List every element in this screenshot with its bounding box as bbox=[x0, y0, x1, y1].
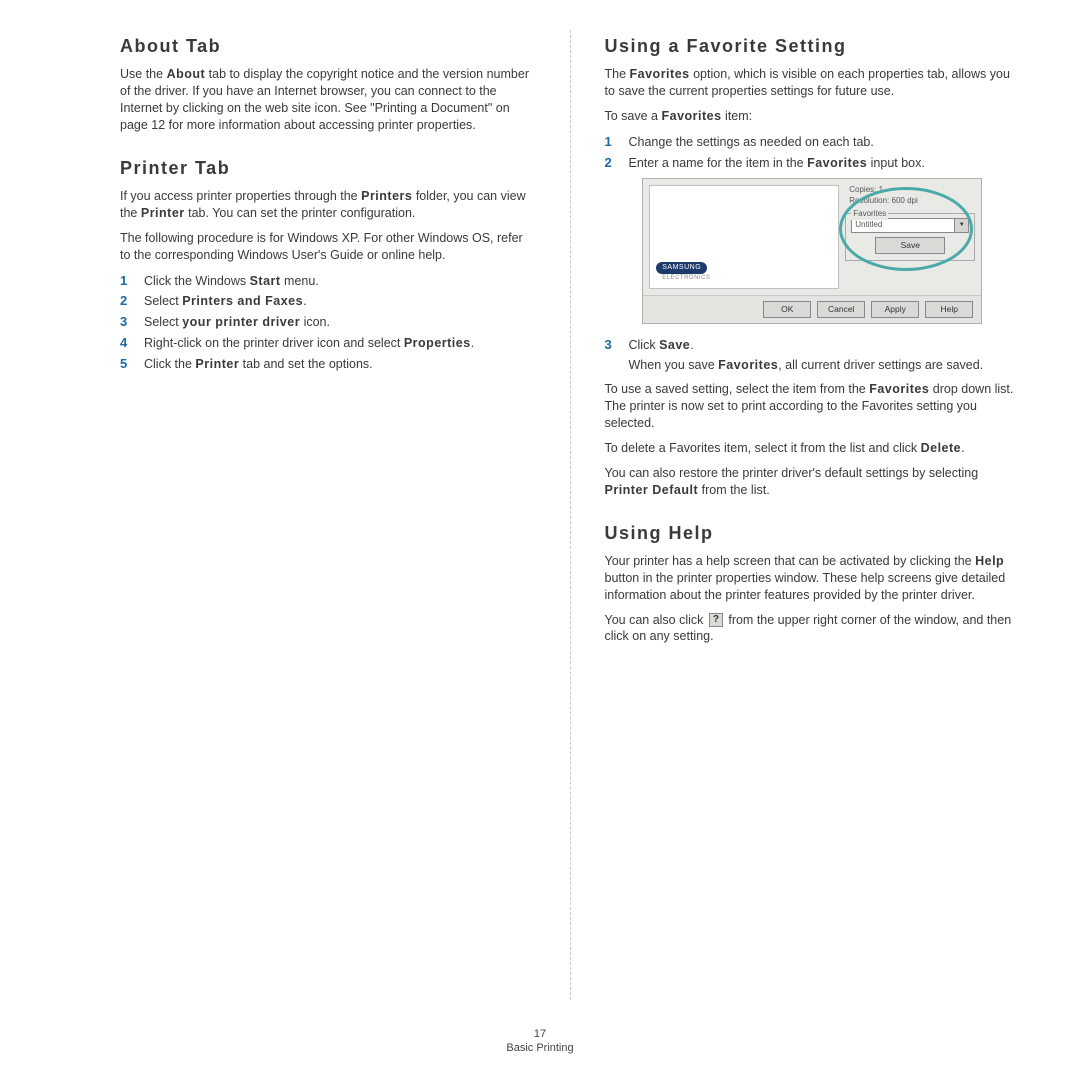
column-divider bbox=[570, 30, 571, 1000]
samsung-logo: SAMSUNG ELECTRONICS bbox=[656, 262, 710, 282]
fav-p1: The Favorites option, which is visible o… bbox=[605, 66, 1021, 100]
help-heading: Using Help bbox=[605, 521, 1021, 545]
fav-steps-bottom: 3 Click Save. bbox=[605, 336, 1021, 354]
save-button[interactable]: Save bbox=[875, 237, 945, 254]
printer-steps: 1 Click the Windows Start menu. 2 Select P… bbox=[120, 272, 536, 373]
section-name: Basic Printing bbox=[0, 1042, 1080, 1054]
cancel-button[interactable]: Cancel bbox=[817, 301, 865, 318]
ok-button[interactable]: OK bbox=[763, 301, 811, 318]
favorite-heading: Using a Favorite Setting bbox=[605, 34, 1021, 58]
fav-p5: You can also restore the printer driver'… bbox=[605, 465, 1021, 499]
help-button[interactable]: Help bbox=[925, 301, 973, 318]
printer-heading: Printer Tab bbox=[120, 156, 536, 180]
about-paragraph: Use the About tab to display the copyrig… bbox=[120, 66, 536, 134]
favorites-combo[interactable]: Untitled ▼ bbox=[851, 218, 969, 233]
page-footer: 17 Basic Printing bbox=[0, 1028, 1080, 1054]
step-number: 4 bbox=[120, 334, 132, 352]
resolution-info: Resolution: 600 dpi bbox=[845, 196, 975, 207]
help-p1: Your printer has a help screen that can … bbox=[605, 553, 1021, 604]
fav-p3: To use a saved setting, select the item … bbox=[605, 381, 1021, 432]
step-number: 3 bbox=[120, 313, 132, 331]
favorites-input[interactable]: Untitled bbox=[851, 218, 955, 233]
fav-steps-top: 1 Change the settings as needed on each t… bbox=[605, 133, 1021, 172]
favorites-legend: Favorites bbox=[851, 209, 888, 220]
fav-step3-sub: When you save Favorites, all current dri… bbox=[629, 357, 1021, 374]
apply-button[interactable]: Apply bbox=[871, 301, 919, 318]
details-pane: Copies: 1 Resolution: 600 dpi Favorites … bbox=[845, 185, 975, 289]
about-heading: About Tab bbox=[120, 34, 536, 58]
step-number: 3 bbox=[605, 336, 617, 354]
step-number: 1 bbox=[605, 133, 617, 151]
step-text: Click the Printer tab and set the option… bbox=[144, 356, 536, 373]
chevron-down-icon[interactable]: ▼ bbox=[955, 218, 969, 233]
step-number: 1 bbox=[120, 272, 132, 290]
step-text: Change the settings as needed on each ta… bbox=[629, 134, 1021, 151]
step-number: 2 bbox=[120, 292, 132, 310]
fav-p4: To delete a Favorites item, select it fr… bbox=[605, 440, 1021, 457]
help-p2: You can also click ? from the upper righ… bbox=[605, 612, 1021, 646]
page-content: About Tab Use the About tab to display t… bbox=[0, 0, 1080, 1000]
preview-pane: SAMSUNG ELECTRONICS bbox=[649, 185, 839, 289]
step-number: 5 bbox=[120, 355, 132, 373]
dialog-button-row: OK Cancel Apply Help bbox=[643, 295, 981, 323]
printer-p1: If you access printer properties through… bbox=[120, 188, 536, 222]
step-text: Enter a name for the item in the Favorit… bbox=[629, 155, 1021, 172]
fav-p2: To save a Favorites item: bbox=[605, 108, 1021, 125]
right-column: Using a Favorite Setting The Favorites o… bbox=[605, 30, 1021, 1000]
favorites-group: Favorites Untitled ▼ Save bbox=[845, 213, 975, 261]
question-icon[interactable]: ? bbox=[709, 613, 723, 627]
step-text: Click the Windows Start menu. bbox=[144, 273, 536, 290]
step-text: Select Printers and Faxes. bbox=[144, 293, 536, 310]
step-text: Click Save. bbox=[629, 337, 1021, 354]
properties-screenshot: SAMSUNG ELECTRONICS Copies: 1 Resolution… bbox=[642, 178, 982, 324]
copies-info: Copies: 1 bbox=[845, 185, 975, 196]
page-number: 17 bbox=[0, 1028, 1080, 1040]
step-text: Select your printer driver icon. bbox=[144, 314, 536, 331]
left-column: About Tab Use the About tab to display t… bbox=[120, 30, 536, 1000]
printer-p2: The following procedure is for Windows X… bbox=[120, 230, 536, 264]
step-number: 2 bbox=[605, 154, 617, 172]
screenshot-body: SAMSUNG ELECTRONICS Copies: 1 Resolution… bbox=[643, 179, 981, 295]
step-text: Right-click on the printer driver icon a… bbox=[144, 335, 536, 352]
